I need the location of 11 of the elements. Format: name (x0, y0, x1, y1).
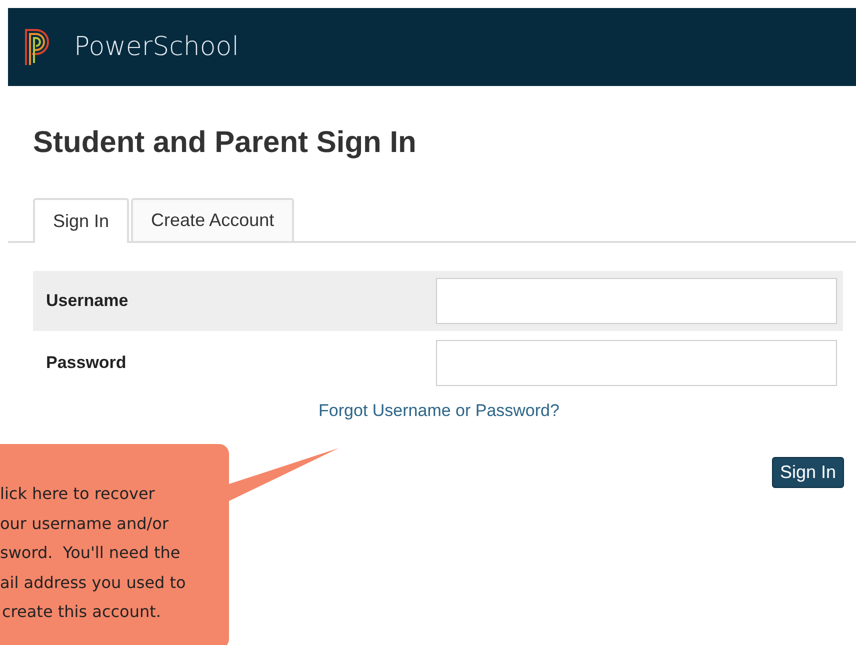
field-label: Password (46, 353, 126, 373)
input-field[interactable] (436, 278, 837, 324)
tab[interactable]: Sign In (33, 198, 130, 243)
brand-name: PowerSchool (74, 32, 239, 62)
field-label: Username (46, 291, 128, 311)
tab[interactable]: Create Account (131, 198, 294, 241)
callout-text: lick here to recover our username and/or sword. You'll need the ail address you used to create this account. (0, 483, 186, 623)
forgot-link[interactable]: Forgot Username or Password? (318, 401, 560, 420)
input-field[interactable] (436, 340, 837, 386)
sign-in-button[interactable]: Sign In (772, 457, 844, 488)
page-title: Student and Parent Sign In (33, 126, 418, 160)
